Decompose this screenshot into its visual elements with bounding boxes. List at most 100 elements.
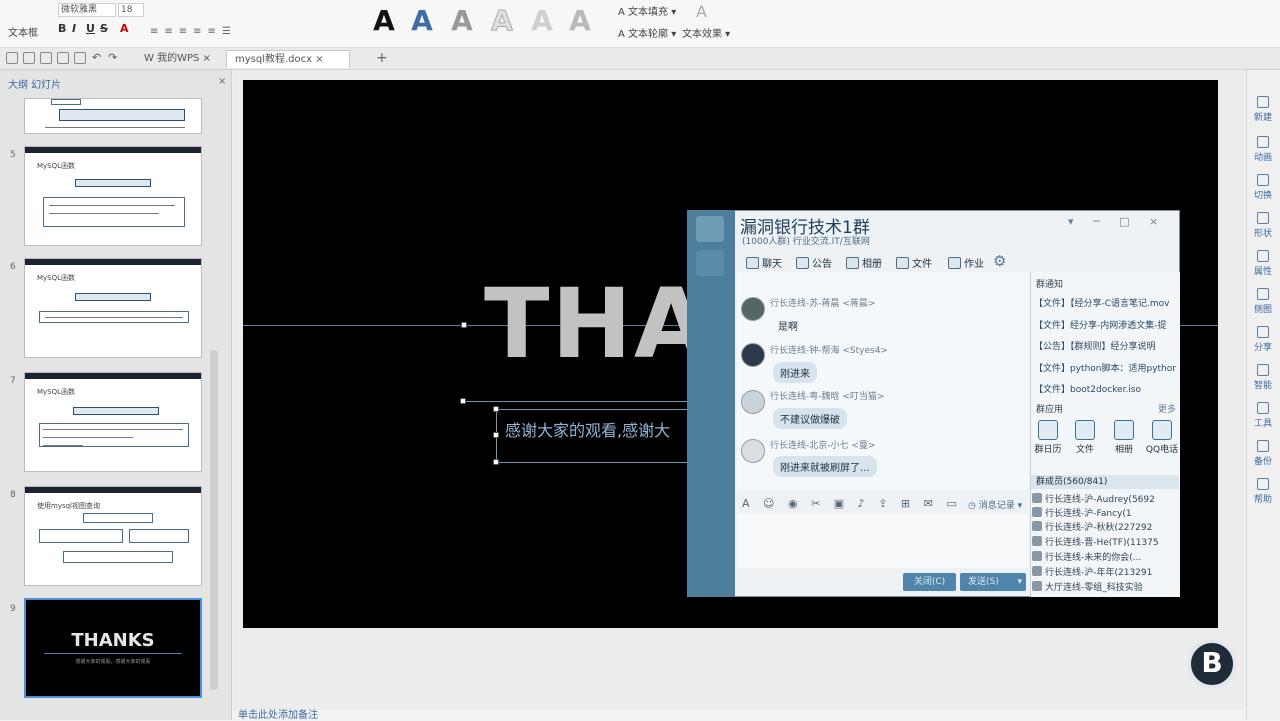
backup-icon	[1257, 440, 1269, 452]
italic-button[interactable]: I	[72, 22, 76, 35]
font-color-button[interactable]: A	[120, 22, 129, 35]
selection-handle[interactable]	[493, 432, 499, 438]
text-outline-button[interactable]: A 文本轮廓 ▾	[618, 25, 676, 40]
avatar[interactable]	[741, 297, 765, 321]
chat-icon[interactable]	[696, 216, 724, 242]
tab-announcement[interactable]: 公告	[796, 255, 832, 270]
tab-homework[interactable]: 作业	[948, 255, 984, 270]
tab-album[interactable]: 相册	[846, 255, 882, 270]
close-button[interactable]: 关闭(C)	[903, 573, 956, 591]
notice-item[interactable]: 【文件】python脚本：适用python	[1034, 361, 1176, 374]
member-item[interactable]: 行长连线-沪-Audrey(5692	[1032, 492, 1172, 505]
strikethrough-button[interactable]: S	[100, 22, 108, 35]
member-item[interactable]: 行长连线-沪-Fancy(1	[1032, 506, 1172, 519]
properties-button[interactable]: 属性	[1248, 250, 1278, 277]
message-input[interactable]	[737, 514, 1029, 568]
slide-thumb-7[interactable]: MySQL函数	[24, 372, 202, 472]
save-icon[interactable]	[40, 52, 52, 64]
member-item[interactable]: 行长连线-晋-He(TF)(11375	[1032, 535, 1172, 548]
selection-handle[interactable]	[493, 406, 499, 412]
selection-handle[interactable]	[493, 459, 499, 465]
app-album[interactable]: 相册	[1107, 420, 1141, 455]
smart-button[interactable]: 智能	[1248, 364, 1278, 391]
font-size-select[interactable]: 18	[118, 3, 144, 17]
text-effect-icon[interactable]: A	[696, 2, 707, 21]
selection-handle[interactable]	[460, 398, 466, 404]
align-icons[interactable]: ≡≡≡≡≡☰	[150, 26, 237, 37]
notice-item[interactable]: 【公告】【群规则】经分享说明	[1034, 339, 1176, 352]
new-slide-button[interactable]: 新建	[1248, 96, 1278, 123]
text-style-blue-icon[interactable]: A	[404, 4, 440, 40]
undo-icon[interactable]: ↶	[92, 51, 101, 64]
avatar[interactable]	[741, 343, 765, 367]
transition-button[interactable]: 切换	[1248, 174, 1278, 201]
new-tab-icon[interactable]: +	[376, 50, 388, 66]
tools-button[interactable]: 工具	[1248, 402, 1278, 429]
text-fill-button[interactable]: A 文本填充 ▾	[618, 3, 676, 18]
member-item[interactable]: 行长连线-沪-秋秋(227292	[1032, 520, 1172, 533]
text-style-light-icon[interactable]: A	[524, 4, 560, 40]
app-calendar[interactable]: 群日历	[1031, 420, 1065, 455]
preview-icon[interactable]	[74, 52, 86, 64]
shape-icon	[1257, 212, 1269, 224]
slide-title[interactable]: THA	[484, 268, 710, 380]
bold-button[interactable]: B	[58, 22, 66, 35]
tab-my-wps[interactable]: W 我的WPS ×	[136, 50, 219, 68]
slide-thumb-6[interactable]: MySQL函数	[24, 258, 202, 358]
shape-button[interactable]: 形状	[1248, 212, 1278, 239]
app-qq-call[interactable]: QQ电话	[1143, 420, 1181, 455]
font-name-select[interactable]: 微软雅黑	[58, 3, 116, 17]
input-toolbar[interactable]: A ☺ ◉ ✂ ▣ ♪ ⇪ ⊞ ✉ ▭	[742, 497, 962, 510]
slide-thumb-8[interactable]: 使用mysql视图查询	[24, 486, 202, 586]
text-style-outline-icon[interactable]: A	[484, 4, 520, 40]
notice-item[interactable]: 【文件】boot2docker.iso	[1034, 382, 1176, 395]
slide-thumb-4[interactable]	[24, 98, 202, 134]
help-button[interactable]: 帮助	[1248, 478, 1278, 505]
tab-document[interactable]: mysql教程.docx ×	[226, 50, 350, 68]
window-controls[interactable]: ▾ ─ □ ×	[1068, 215, 1166, 228]
textbox-button[interactable]: 文本框	[8, 24, 38, 39]
panel-close-icon[interactable]: ×	[218, 76, 226, 87]
slide-number: 6	[10, 262, 16, 272]
app-files[interactable]: 文件	[1068, 420, 1102, 455]
member-item[interactable]: 行长连线-沪-年年(213291	[1032, 565, 1172, 578]
notes-area[interactable]: 单击此处添加备注	[238, 706, 318, 721]
open-icon[interactable]	[23, 52, 35, 64]
tab-files[interactable]: 文件	[896, 255, 932, 270]
panel-scrollbar[interactable]	[210, 350, 218, 690]
text-style-shadow-icon[interactable]: A	[562, 4, 598, 40]
tab-chat-label: 聊天	[762, 259, 782, 270]
line-handle[interactable]	[461, 322, 467, 328]
underline-button[interactable]: U	[86, 22, 95, 35]
text-style-gray-icon[interactable]: A	[444, 4, 480, 40]
member-item[interactable]: 行长连线-未来的你会(...	[1032, 550, 1172, 563]
settings-gear-icon[interactable]: ⚙	[993, 252, 1006, 270]
message-record-button[interactable]: ◷ 消息记录 ▾	[968, 498, 1022, 511]
text-effect-button[interactable]: 文本效果 ▾	[682, 25, 730, 40]
contacts-icon[interactable]	[696, 250, 724, 276]
members-header[interactable]: 群成员(560/841)	[1031, 475, 1179, 489]
apps-more-link[interactable]: 更多	[1158, 402, 1176, 415]
side-image-button[interactable]: 侧图	[1248, 288, 1278, 315]
backup-button[interactable]: 备份	[1248, 440, 1278, 467]
print-icon[interactable]	[57, 52, 69, 64]
panel-tabs[interactable]: 大纲 幻灯片	[8, 76, 61, 91]
redo-icon[interactable]: ↷	[108, 51, 117, 64]
share-button[interactable]: 分享	[1248, 326, 1278, 353]
backup-label: 备份	[1253, 457, 1272, 467]
new-doc-icon[interactable]	[6, 52, 18, 64]
paragraph-tools: ≡≡≡≡≡☰	[150, 24, 350, 37]
slide-thumb-5[interactable]: MySQL函数	[24, 146, 202, 246]
tab-chat[interactable]: 聊天	[746, 255, 782, 270]
slide-subtitle[interactable]: 感谢大家的观看,感谢大	[505, 417, 670, 441]
slide-thumb-9[interactable]: THANKS 感谢大家的观看，感谢大家的观看	[24, 598, 202, 698]
avatar[interactable]	[741, 439, 765, 463]
member-item[interactable]: 大厅连线-零组_科技实验	[1032, 580, 1172, 593]
animation-button[interactable]: 动画	[1248, 136, 1278, 163]
notice-item[interactable]: 【文件】【经分享-C语言笔记.mov	[1034, 296, 1176, 309]
avatar[interactable]	[741, 390, 765, 414]
text-style-black-icon[interactable]: A	[366, 4, 402, 40]
sender-name: 行长连线-北京-小七 <曼>	[770, 441, 876, 451]
notice-item[interactable]: 【文件】经分享-内网渗透文集-提	[1034, 318, 1176, 331]
send-button[interactable]: 发送(S) ▾	[960, 573, 1026, 591]
